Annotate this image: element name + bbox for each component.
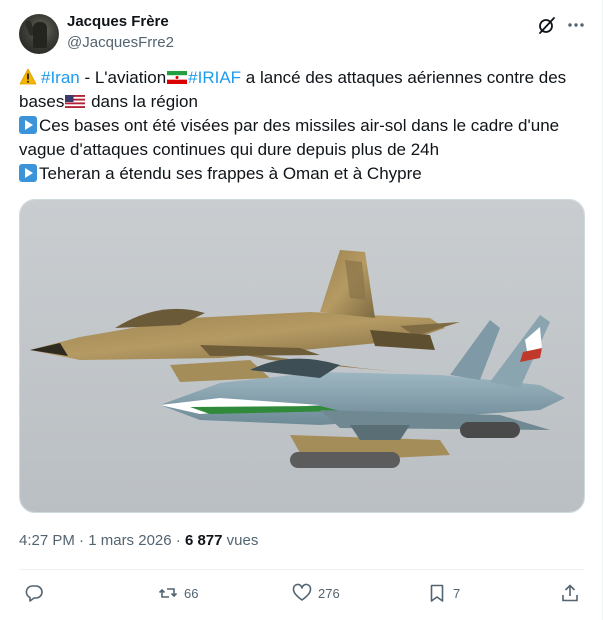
like-button[interactable]: 276 <box>292 582 340 604</box>
bookmark-count: 7 <box>453 585 461 601</box>
warning-icon <box>19 68 37 85</box>
share-button[interactable] <box>560 582 586 604</box>
bookmark-button[interactable]: 7 <box>427 582 460 604</box>
text-segment: a lancé des attaques aériennes contre de… <box>241 68 567 87</box>
retweet-count: 66 <box>184 585 199 601</box>
avatar[interactable] <box>19 14 59 54</box>
tweet-line-1: #Iran - L'aviation #IRIAF a lancé des at… <box>19 66 591 90</box>
meta-separator: · <box>171 532 185 549</box>
reply-icon <box>25 585 43 602</box>
text-segment: dans la région <box>86 92 198 111</box>
hashtag-iriaf[interactable]: #IRIAF <box>188 68 241 87</box>
tweet-text: #Iran - L'aviation #IRIAF a lancé des at… <box>19 66 591 186</box>
views-count: 6 877 <box>184 532 223 549</box>
bookmark-icon <box>430 584 444 602</box>
tweet-photo[interactable] <box>19 199 585 513</box>
text-segment: - L'aviation <box>79 68 167 87</box>
grok-icon[interactable] <box>537 15 557 35</box>
tweet-line-4: vague d'attaques continues qui dure depu… <box>19 138 591 162</box>
retweet-icon <box>158 588 178 598</box>
tweet-date[interactable]: 1 mars 2026 <box>88 532 171 549</box>
text-segment: vague d'attaques continues qui dure depu… <box>19 140 440 159</box>
hashtag-iran[interactable]: #Iran <box>41 68 80 87</box>
divider <box>19 569 585 570</box>
tweet-line-5: Teheran a étendu ses frappes à Oman et à… <box>19 162 591 186</box>
text-segment: Teheran a étendu ses frappes à Oman et à… <box>39 164 422 183</box>
like-icon <box>292 583 312 601</box>
retweet-button[interactable]: 66 <box>158 582 198 604</box>
iran-flag-icon <box>167 71 188 84</box>
tweet-line-2: bases dans la région <box>19 90 591 114</box>
reply-button[interactable] <box>24 582 50 604</box>
views-label: vues <box>222 532 259 549</box>
share-icon <box>562 584 578 602</box>
like-count: 276 <box>318 585 340 601</box>
us-flag-icon <box>65 95 86 108</box>
author-handle[interactable]: @JacquesFrre2 <box>67 34 174 51</box>
meta-separator: · <box>74 532 89 549</box>
play-button-icon <box>19 116 37 134</box>
fighter-jets-image <box>20 200 584 512</box>
tweet-time[interactable]: 4:27 PM <box>19 532 75 549</box>
tweet-card: Jacques Frère @JacquesFrre2 #Iran - L'av… <box>0 0 603 620</box>
play-button-icon <box>19 164 37 182</box>
tweet-line-3: Ces bases ont été visées par des missile… <box>19 114 591 138</box>
author-name[interactable]: Jacques Frère <box>67 13 169 30</box>
text-segment: Ces bases ont été visées par des missile… <box>39 116 560 135</box>
tweet-meta: 4:27 PM · 1 mars 2026 · 6 877 vues <box>19 532 258 549</box>
more-icon[interactable] <box>566 15 586 35</box>
text-segment: bases <box>19 92 65 111</box>
